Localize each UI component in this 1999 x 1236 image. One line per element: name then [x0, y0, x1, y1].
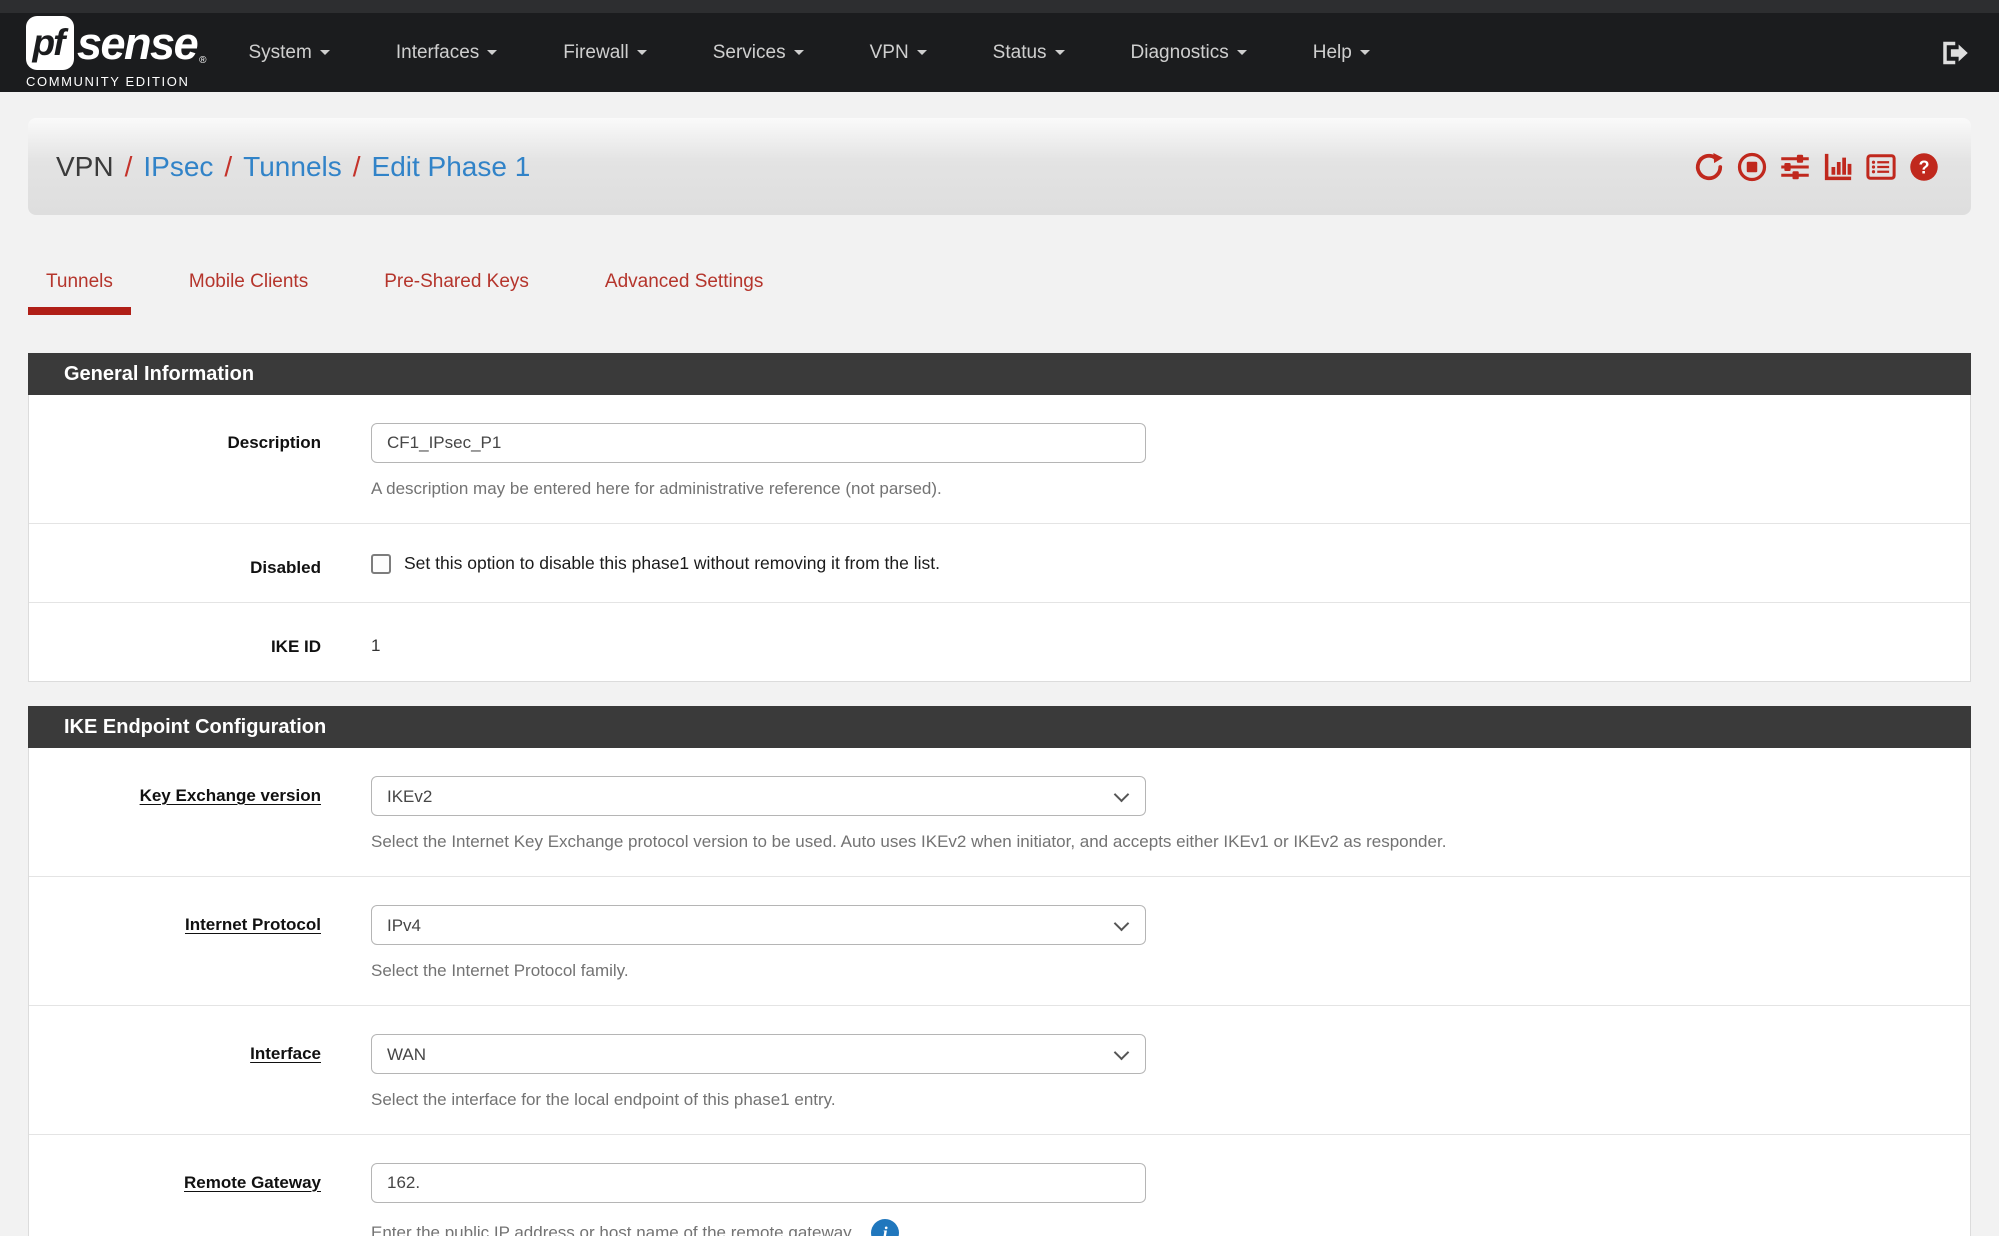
sign-out-icon	[1939, 38, 1969, 68]
chevron-down-icon	[1237, 50, 1247, 55]
chevron-down-icon	[637, 50, 647, 55]
key-exchange-version-help: Select the Internet Key Exchange protoco…	[371, 832, 1970, 852]
key-exchange-version-select[interactable]: IKEv2	[371, 776, 1146, 816]
internet-protocol-select[interactable]: IPv4	[371, 905, 1146, 945]
pfsense-logo[interactable]: pf sense ® COMMUNITY EDITION	[26, 16, 206, 89]
tab-mobile-clients[interactable]: Mobile Clients	[171, 271, 326, 315]
nav-item-label: Diagnostics	[1131, 42, 1229, 64]
chevron-down-icon	[1055, 50, 1065, 55]
disabled-row: Disabled Set this option to disable this…	[29, 523, 1970, 602]
tab-pre-shared-keys[interactable]: Pre-Shared Keys	[366, 271, 547, 315]
panel-body: Description A description may be entered…	[28, 395, 1971, 682]
nav-item-label: Interfaces	[396, 42, 479, 64]
panel-body: Key Exchange version IKEv2 Select the In…	[28, 748, 1971, 1236]
select-wrap: IPv4	[371, 905, 1146, 945]
nav-item-vpn[interactable]: VPN	[870, 42, 927, 64]
internet-protocol-help: Select the Internet Protocol family.	[371, 961, 1970, 981]
stop-icon[interactable]	[1737, 152, 1767, 182]
tab-tunnels[interactable]: Tunnels	[28, 271, 131, 315]
nav-item-services[interactable]: Services	[713, 42, 804, 64]
chevron-down-icon	[1360, 50, 1370, 55]
disabled-checkbox[interactable]	[371, 554, 391, 574]
nav-item-label: Firewall	[563, 42, 628, 64]
key-exchange-version-label: Key Exchange version	[29, 776, 321, 852]
section-title: General Information	[28, 353, 1971, 395]
breadcrumb: VPN / IPsec / Tunnels / Edit Phase 1	[56, 151, 530, 183]
select-wrap: IKEv2	[371, 776, 1146, 816]
description-label: Description	[29, 423, 321, 499]
logout-button[interactable]	[1939, 38, 1969, 68]
help-icon[interactable]: ?	[1909, 152, 1939, 182]
remote-gateway-input[interactable]	[371, 1163, 1146, 1203]
pf-logo-mark: pf	[26, 16, 74, 70]
nav-item-system[interactable]: System	[248, 42, 329, 64]
nav-item-label: VPN	[870, 42, 909, 64]
chevron-down-icon	[320, 50, 330, 55]
ike-id-label: IKE ID	[29, 627, 321, 657]
main-menu: System Interfaces Firewall Services VPN …	[248, 42, 1369, 64]
remote-gateway-help: Enter the public IP address or host name…	[371, 1223, 855, 1236]
breadcrumb-separator: /	[342, 151, 372, 183]
window-top-strip	[0, 0, 1999, 13]
nav-item-diagnostics[interactable]: Diagnostics	[1131, 42, 1247, 64]
select-wrap: WAN	[371, 1034, 1146, 1074]
nav-item-label: System	[248, 42, 311, 64]
chevron-down-icon	[917, 50, 927, 55]
sliders-icon[interactable]	[1780, 152, 1810, 182]
svg-text:?: ?	[1918, 157, 1929, 177]
remote-gateway-row: Remote Gateway Enter the public IP addre…	[29, 1134, 1970, 1236]
nav-item-firewall[interactable]: Firewall	[563, 42, 646, 64]
breadcrumb-separator: /	[114, 151, 144, 183]
bar-chart-icon[interactable]	[1823, 152, 1853, 182]
registered-mark: ®	[199, 55, 206, 66]
internet-protocol-label: Internet Protocol	[29, 905, 321, 981]
section-title: IKE Endpoint Configuration	[28, 706, 1971, 748]
description-row: Description A description may be entered…	[29, 395, 1970, 523]
tab-advanced-settings[interactable]: Advanced Settings	[587, 271, 781, 315]
interface-help: Select the interface for the local endpo…	[371, 1090, 1970, 1110]
disabled-check-line: Set this option to disable this phase1 w…	[371, 548, 1970, 574]
page-action-icons: ?	[1694, 152, 1939, 182]
ike-id-value: 1	[371, 627, 1970, 656]
description-input[interactable]	[371, 423, 1146, 463]
breadcrumb-edit-phase1[interactable]: Edit Phase 1	[372, 151, 531, 183]
disabled-checkbox-label: Set this option to disable this phase1 w…	[404, 553, 940, 574]
info-icon[interactable]: i	[871, 1219, 899, 1236]
nav-item-help[interactable]: Help	[1313, 42, 1370, 64]
breadcrumb-separator: /	[213, 151, 243, 183]
chevron-down-icon	[487, 50, 497, 55]
general-information-panel: General Information Description A descri…	[28, 353, 1971, 682]
remote-gateway-label: Remote Gateway	[29, 1163, 321, 1236]
chevron-down-icon	[794, 50, 804, 55]
breadcrumb-ipsec[interactable]: IPsec	[143, 151, 213, 183]
nav-item-label: Help	[1313, 42, 1352, 64]
ike-id-row: IKE ID 1	[29, 602, 1970, 681]
breadcrumb-bar: VPN / IPsec / Tunnels / Edit Phase 1	[28, 118, 1971, 215]
breadcrumb-vpn: VPN	[56, 151, 114, 183]
description-help: A description may be entered here for ad…	[371, 479, 1970, 499]
interface-label: Interface	[29, 1034, 321, 1110]
nav-item-status[interactable]: Status	[993, 42, 1065, 64]
brand-name: sense	[77, 21, 197, 66]
ike-endpoint-configuration-panel: IKE Endpoint Configuration Key Exchange …	[28, 706, 1971, 1236]
breadcrumb-tunnels[interactable]: Tunnels	[243, 151, 342, 183]
tab-bar: Tunnels Mobile Clients Pre-Shared Keys A…	[28, 271, 1971, 315]
interface-select[interactable]: WAN	[371, 1034, 1146, 1074]
list-icon[interactable]	[1866, 152, 1896, 182]
disabled-label: Disabled	[29, 548, 321, 578]
key-exchange-version-row: Key Exchange version IKEv2 Select the In…	[29, 748, 1970, 876]
brand-subtitle: COMMUNITY EDITION	[26, 74, 206, 89]
refresh-icon[interactable]	[1694, 152, 1724, 182]
internet-protocol-row: Internet Protocol IPv4 Select the Intern…	[29, 876, 1970, 1005]
top-navbar: pf sense ® COMMUNITY EDITION System Inte…	[0, 13, 1999, 92]
nav-item-interfaces[interactable]: Interfaces	[396, 42, 497, 64]
nav-item-label: Status	[993, 42, 1047, 64]
interface-row: Interface WAN Select the interface for t…	[29, 1005, 1970, 1134]
nav-item-label: Services	[713, 42, 786, 64]
